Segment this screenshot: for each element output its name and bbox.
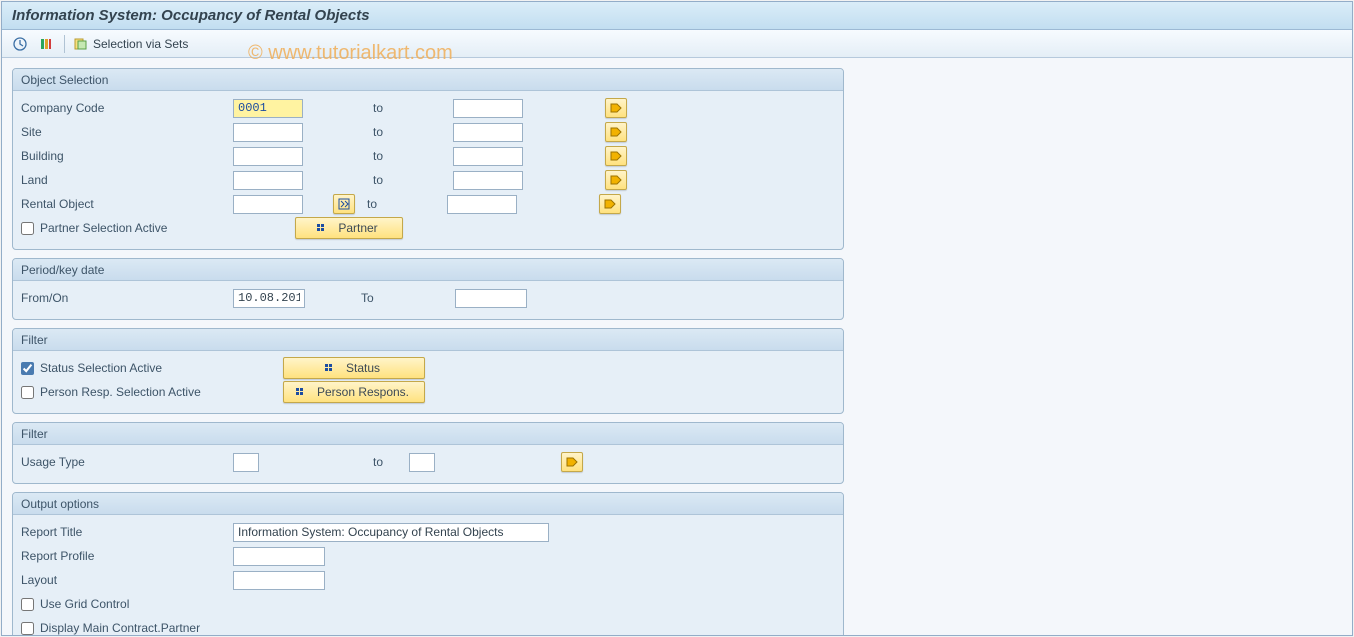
- toolbar-separator: [64, 35, 65, 53]
- display-main-contract-partner-label: Display Main Contract.Partner: [40, 621, 200, 635]
- page-title: Information System: Occupancy of Rental …: [12, 7, 370, 24]
- person-respons-button-label: Person Respons.: [317, 385, 409, 399]
- company-code-label: Company Code: [21, 101, 233, 115]
- to-label: to: [355, 197, 447, 211]
- variant-icon: [38, 36, 54, 52]
- use-grid-control-wrapper: Use Grid Control: [21, 597, 233, 611]
- titlebar: Information System: Occupancy of Rental …: [2, 2, 1352, 30]
- company-code-to-input[interactable]: [453, 99, 523, 118]
- to-label: to: [303, 173, 453, 187]
- rental-object-f4-button[interactable]: [333, 194, 355, 214]
- rental-object-label: Rental Object: [21, 197, 233, 211]
- group-filter-1: Filter Status Selection Active Status: [12, 328, 844, 414]
- execute-button[interactable]: [8, 34, 32, 54]
- clock-execute-icon: [12, 36, 28, 52]
- usage-type-multiselect-button[interactable]: [561, 452, 583, 472]
- status-selection-active-checkbox[interactable]: [21, 362, 34, 375]
- site-label: Site: [21, 125, 233, 139]
- usage-type-to-input[interactable]: [409, 453, 435, 472]
- arrow-right-icon: [610, 175, 622, 185]
- from-on-label: From/On: [21, 291, 233, 305]
- report-title-input[interactable]: [233, 523, 549, 542]
- person-resp-selection-checkbox[interactable]: [21, 386, 34, 399]
- group-header-output-options: Output options: [13, 493, 843, 515]
- period-to-input[interactable]: [455, 289, 527, 308]
- status-button[interactable]: Status: [283, 357, 425, 379]
- report-profile-input[interactable]: [233, 547, 325, 566]
- rental-object-multiselect-button[interactable]: [599, 194, 621, 214]
- group-filter-2: Filter Usage Type to: [12, 422, 844, 484]
- group-header-object-selection: Object Selection: [13, 69, 843, 91]
- company-code-from-input[interactable]: [233, 99, 303, 118]
- rental-object-from-input[interactable]: [233, 195, 303, 214]
- building-label: Building: [21, 149, 233, 163]
- layout-label: Layout: [21, 573, 233, 587]
- group-header-filter-1: Filter: [13, 329, 843, 351]
- report-profile-label: Report Profile: [21, 549, 233, 563]
- selection-via-sets-label: Selection via Sets: [93, 37, 188, 51]
- land-to-input[interactable]: [453, 171, 523, 190]
- building-multiselect-button[interactable]: [605, 146, 627, 166]
- person-resp-selection-wrapper: Person Resp. Selection Active: [21, 385, 283, 399]
- to-label: to: [259, 455, 409, 469]
- group-object-selection: Object Selection Company Code to: [12, 68, 844, 250]
- group-header-period: Period/key date: [13, 259, 843, 281]
- to-label: to: [303, 125, 453, 139]
- group-period: Period/key date From/On To: [12, 258, 844, 320]
- partner-button[interactable]: Partner: [295, 217, 403, 239]
- use-grid-control-label: Use Grid Control: [40, 597, 129, 611]
- status-button-label: Status: [346, 361, 380, 375]
- sets-icon: [73, 36, 89, 52]
- expand-icon: [316, 223, 326, 233]
- toolbar: Selection via Sets: [2, 30, 1352, 58]
- company-code-multiselect-button[interactable]: [605, 98, 627, 118]
- display-main-contract-partner-wrapper: Display Main Contract.Partner: [21, 621, 281, 635]
- f4-icon: [338, 198, 350, 210]
- partner-selection-active-checkbox[interactable]: [21, 222, 34, 235]
- site-multiselect-button[interactable]: [605, 122, 627, 142]
- selection-via-sets-button[interactable]: Selection via Sets: [69, 34, 192, 54]
- partner-selection-active-label: Partner Selection Active: [40, 221, 167, 235]
- land-from-input[interactable]: [233, 171, 303, 190]
- site-from-input[interactable]: [233, 123, 303, 142]
- to-label: to: [303, 149, 453, 163]
- use-grid-control-checkbox[interactable]: [21, 598, 34, 611]
- to-label: To: [305, 291, 455, 305]
- person-resp-selection-label: Person Resp. Selection Active: [40, 385, 201, 399]
- person-respons-button[interactable]: Person Respons.: [283, 381, 425, 403]
- usage-type-label: Usage Type: [21, 455, 233, 469]
- site-to-input[interactable]: [453, 123, 523, 142]
- arrow-right-icon: [610, 103, 622, 113]
- arrow-right-icon: [566, 457, 578, 467]
- land-label: Land: [21, 173, 233, 187]
- land-multiselect-button[interactable]: [605, 170, 627, 190]
- arrow-right-icon: [610, 127, 622, 137]
- variant-button[interactable]: [34, 34, 58, 54]
- building-to-input[interactable]: [453, 147, 523, 166]
- status-selection-active-label: Status Selection Active: [40, 361, 162, 375]
- group-header-filter-2: Filter: [13, 423, 843, 445]
- display-main-contract-partner-checkbox[interactable]: [21, 622, 34, 635]
- to-label: to: [303, 101, 453, 115]
- expand-icon: [295, 387, 305, 397]
- rental-object-to-input[interactable]: [447, 195, 517, 214]
- group-output-options: Output options Report Title Report Profi…: [12, 492, 844, 635]
- usage-type-from-input[interactable]: [233, 453, 259, 472]
- arrow-right-icon: [604, 199, 616, 209]
- partner-button-label: Partner: [338, 221, 377, 235]
- layout-input[interactable]: [233, 571, 325, 590]
- arrow-right-icon: [610, 151, 622, 161]
- report-title-label: Report Title: [21, 525, 233, 539]
- expand-icon: [324, 363, 334, 373]
- building-from-input[interactable]: [233, 147, 303, 166]
- from-on-input[interactable]: [233, 289, 305, 308]
- status-selection-active-wrapper: Status Selection Active: [21, 361, 283, 375]
- partner-selection-active-wrapper: Partner Selection Active: [21, 221, 233, 235]
